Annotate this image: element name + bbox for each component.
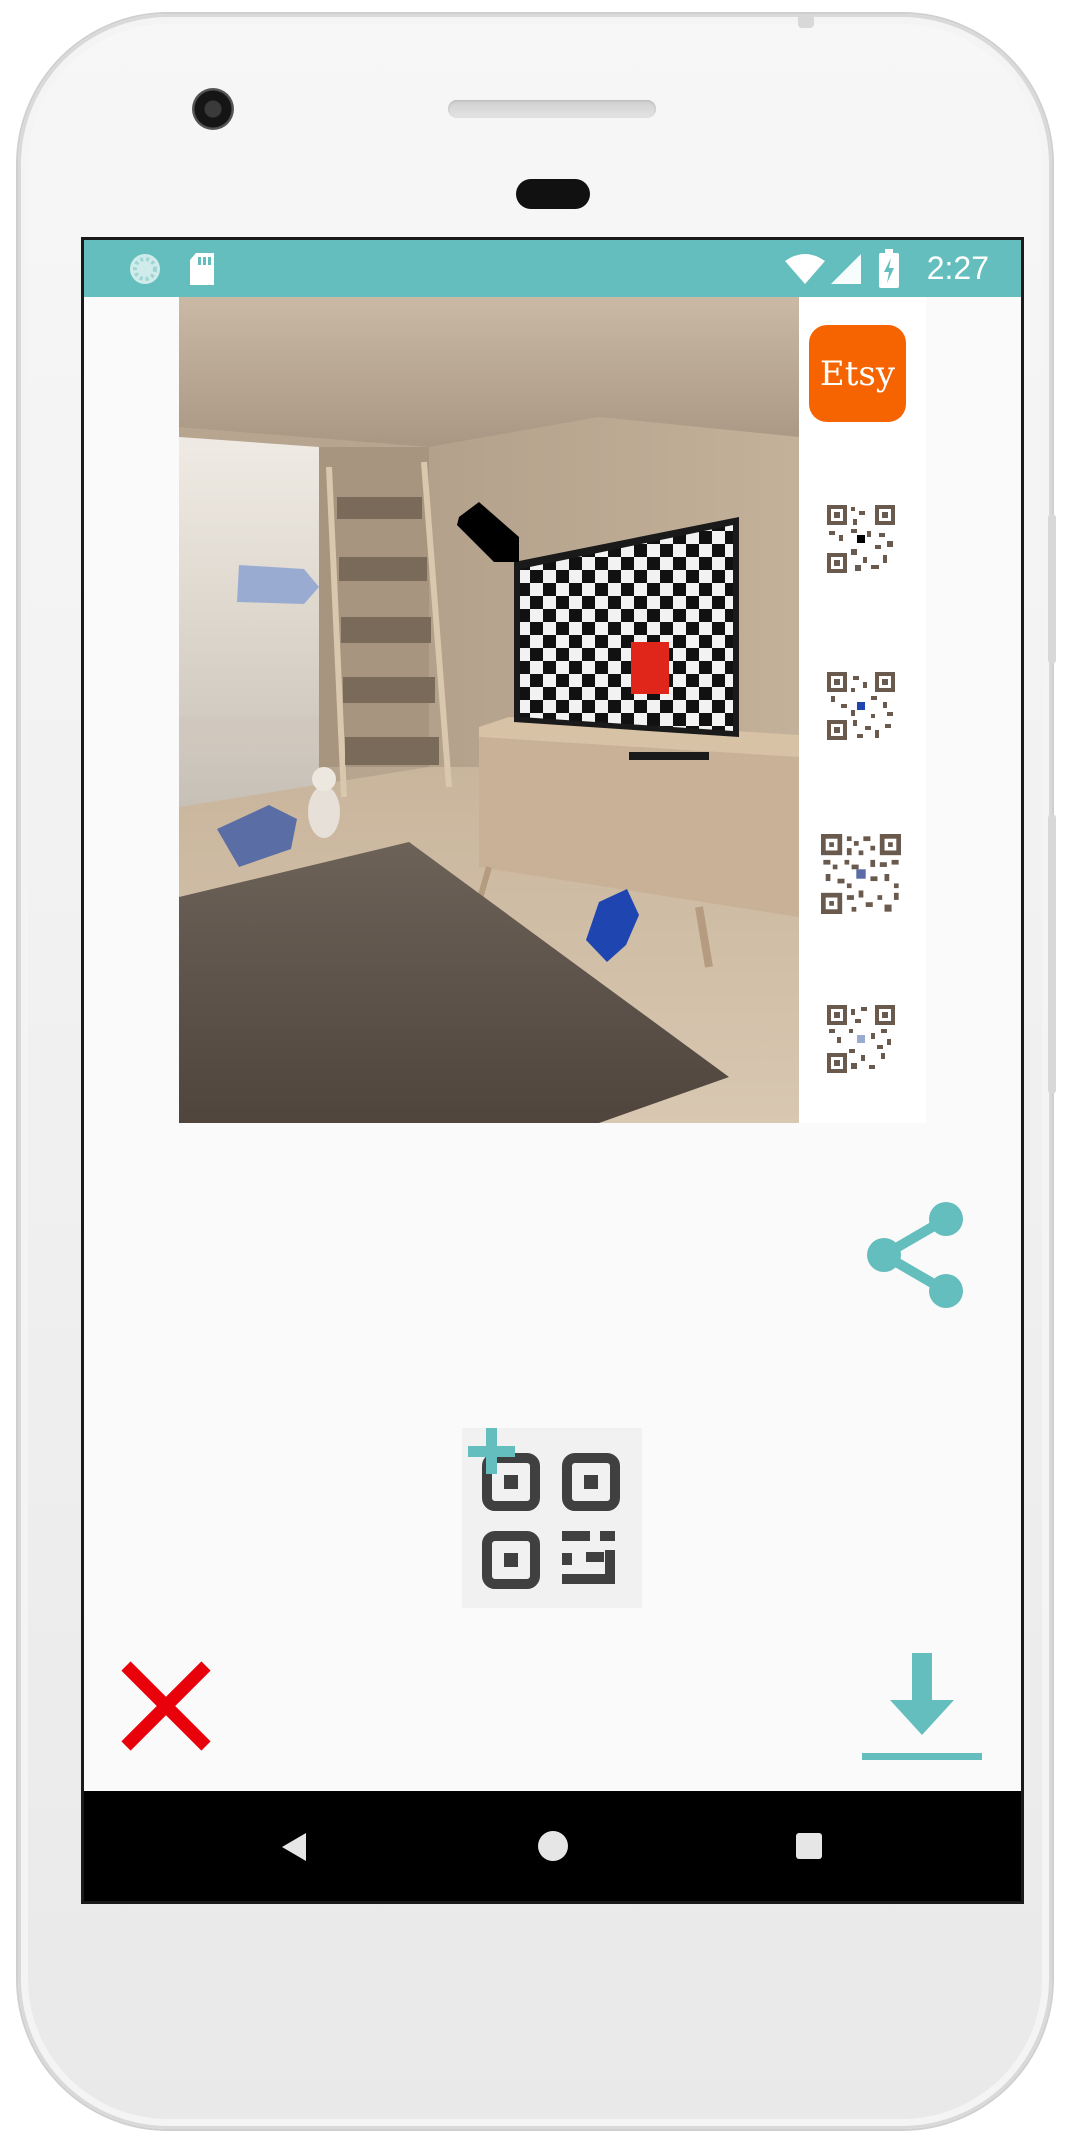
navigation-bar (84, 1791, 1021, 1901)
download-icon[interactable] (860, 1645, 984, 1765)
room-photo-image (179, 297, 799, 1123)
sd-card-icon (190, 253, 214, 285)
back-icon[interactable] (280, 1831, 308, 1863)
speaker-grille (448, 100, 656, 118)
qr-code-black[interactable] (827, 505, 895, 573)
volume-button (1048, 514, 1056, 664)
signal-icon (831, 254, 861, 284)
room-photo (179, 297, 799, 1123)
home-icon[interactable] (538, 1831, 568, 1861)
battery-charging-icon (879, 249, 899, 288)
close-icon[interactable] (120, 1660, 212, 1752)
wifi-icon (785, 254, 825, 284)
qr-code-blue[interactable] (827, 672, 895, 740)
power-button (1048, 814, 1056, 1094)
earpiece (516, 179, 590, 209)
etsy-logo[interactable]: Etsy (809, 325, 906, 422)
marker-red (631, 642, 669, 694)
qr-code-dark-blue[interactable] (821, 834, 901, 914)
status-time: 2:27 (926, 250, 989, 286)
qr-code-light-blue[interactable] (827, 1005, 895, 1073)
recent-apps-icon[interactable] (796, 1833, 822, 1859)
top-notch-button (798, 14, 814, 28)
qr-strip: Etsy (799, 297, 926, 1123)
screen: 2:27 Etsy (84, 240, 1021, 1901)
front-camera (192, 88, 234, 130)
add-qr-icon[interactable] (462, 1428, 642, 1608)
status-bar: 2:27 (84, 240, 1021, 297)
share-icon[interactable] (854, 1195, 974, 1315)
phone-frame: 2:27 Etsy (18, 14, 1056, 2129)
loading-icon (130, 254, 160, 284)
